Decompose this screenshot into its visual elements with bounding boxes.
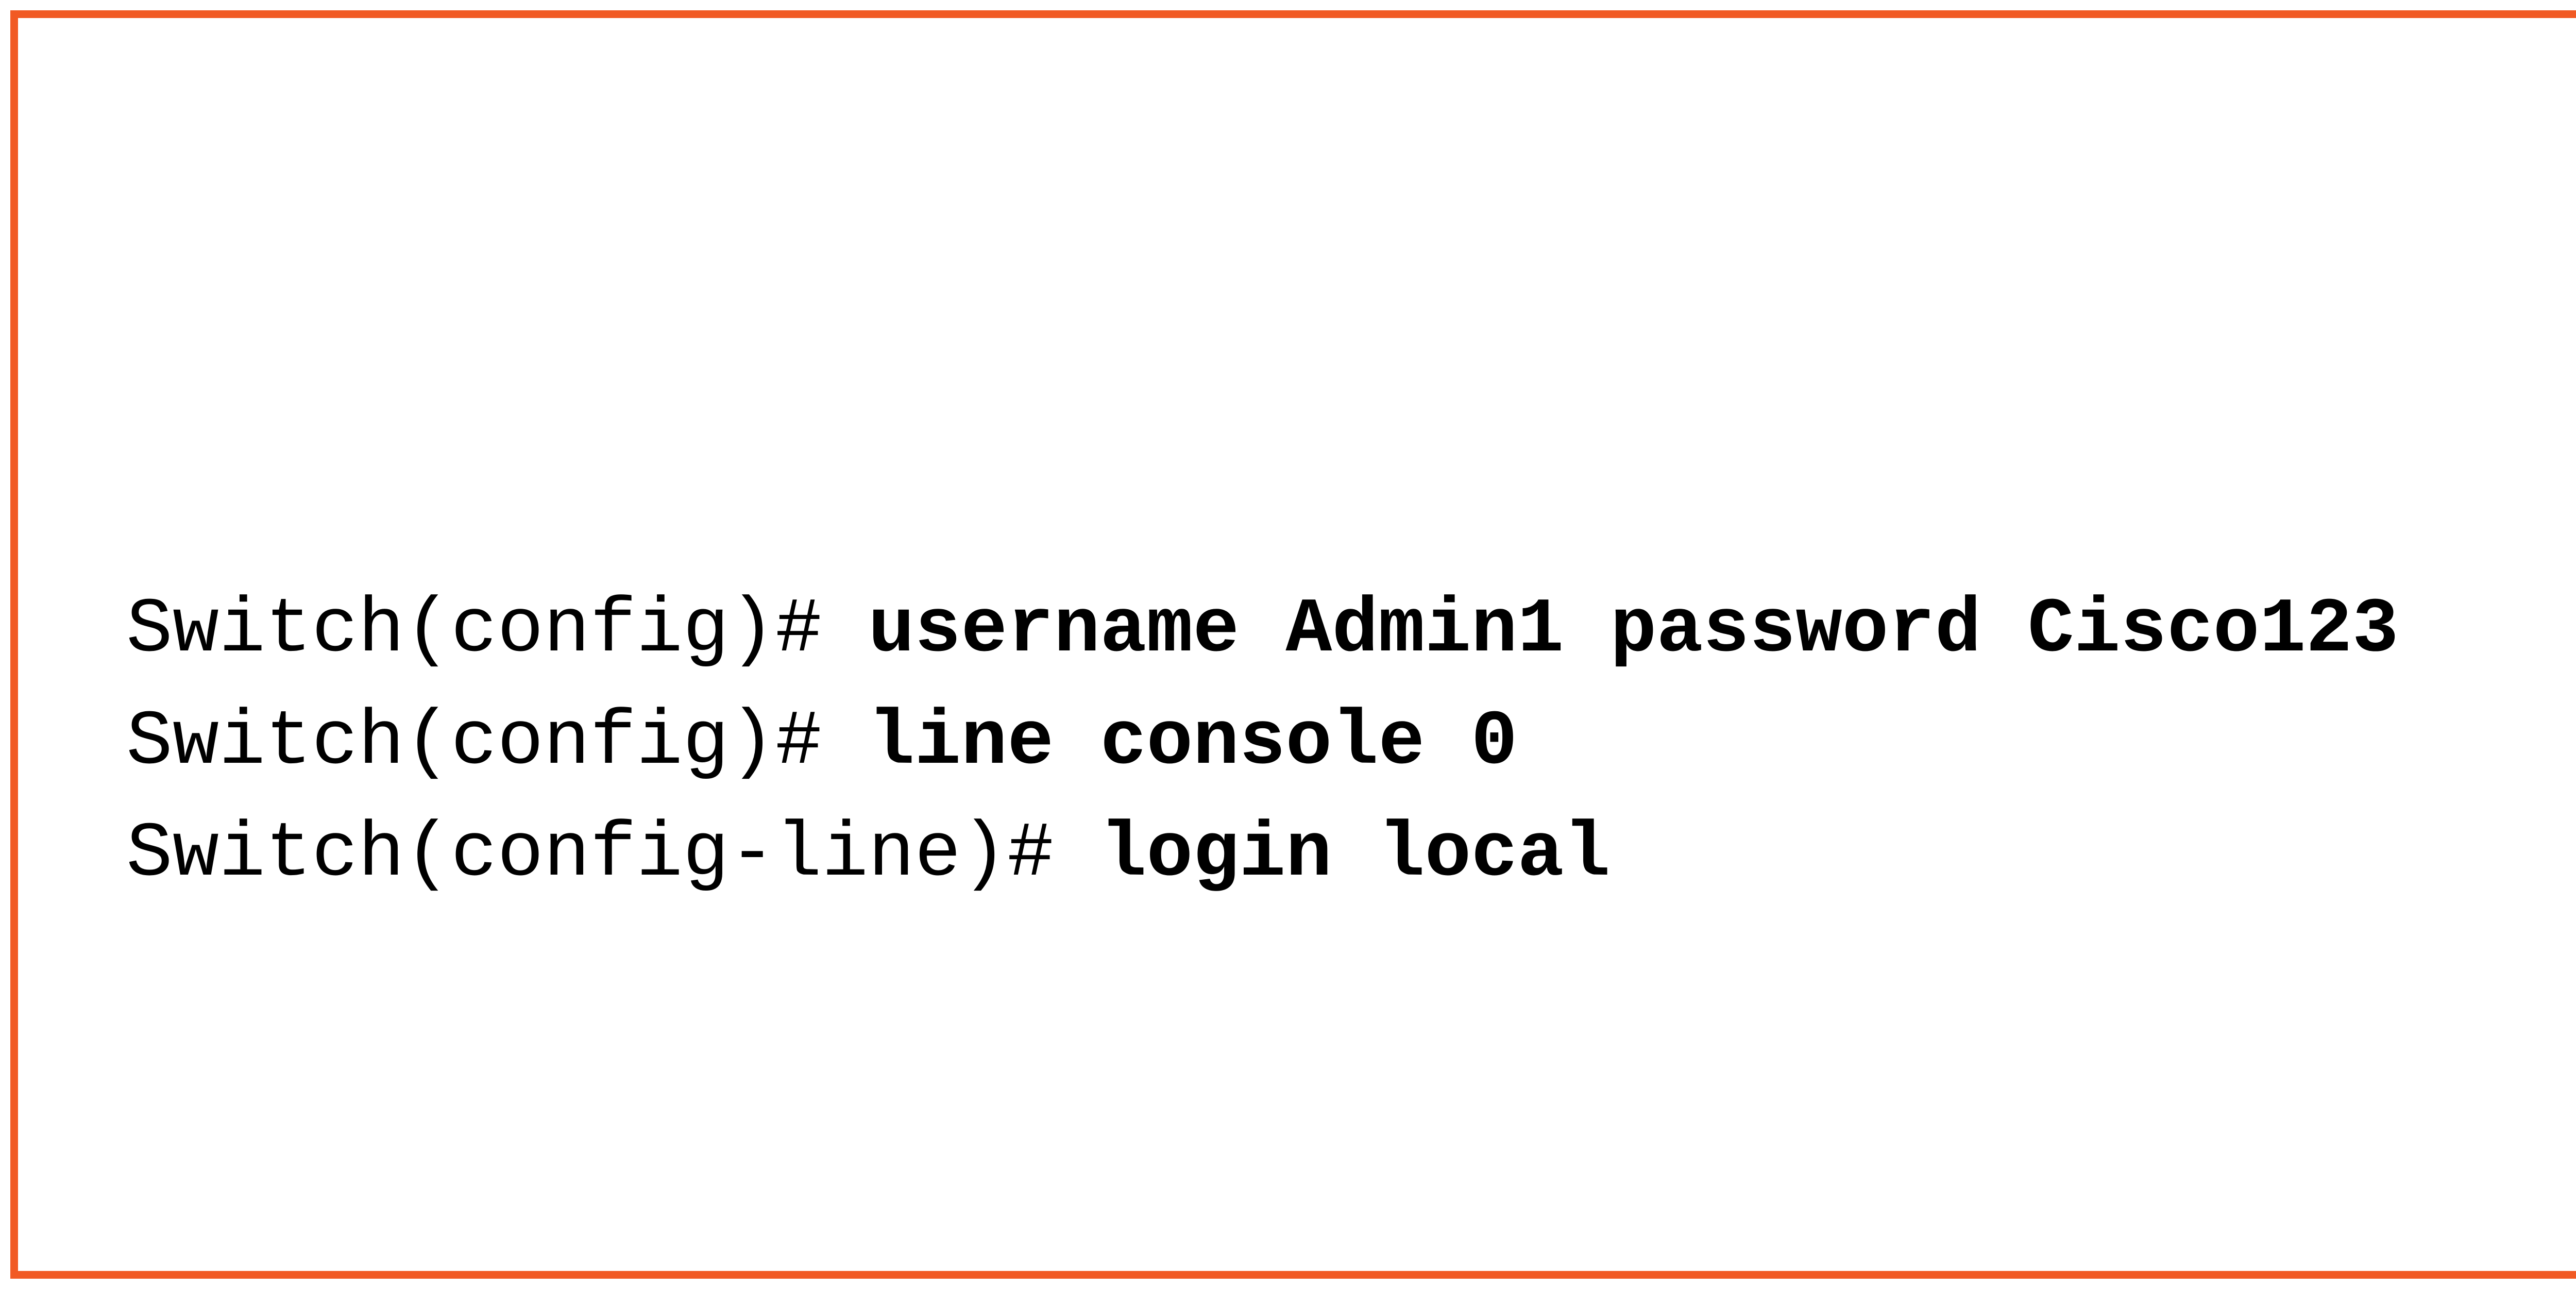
document-frame: PIVIT Switch(config)# username Admin1 pa… <box>10 10 2576 1279</box>
cli-prompt: Switch(config)# <box>126 699 868 786</box>
cli-command: username Admin1 password Cisco123 <box>868 587 2398 674</box>
cli-code-block: Switch(config)# username Admin1 password… <box>126 575 2399 911</box>
cli-prompt: Switch(config)# <box>126 587 868 674</box>
cli-line: Switch(config)# line console 0 <box>126 699 1517 786</box>
cli-line: Switch(config-line)# login local <box>126 811 1610 898</box>
cli-line: Switch(config)# username Admin1 password… <box>126 587 2399 674</box>
cli-command: line console 0 <box>868 699 1517 786</box>
cli-prompt: Switch(config-line)# <box>126 811 1100 898</box>
cli-command: login local <box>1100 811 1610 898</box>
